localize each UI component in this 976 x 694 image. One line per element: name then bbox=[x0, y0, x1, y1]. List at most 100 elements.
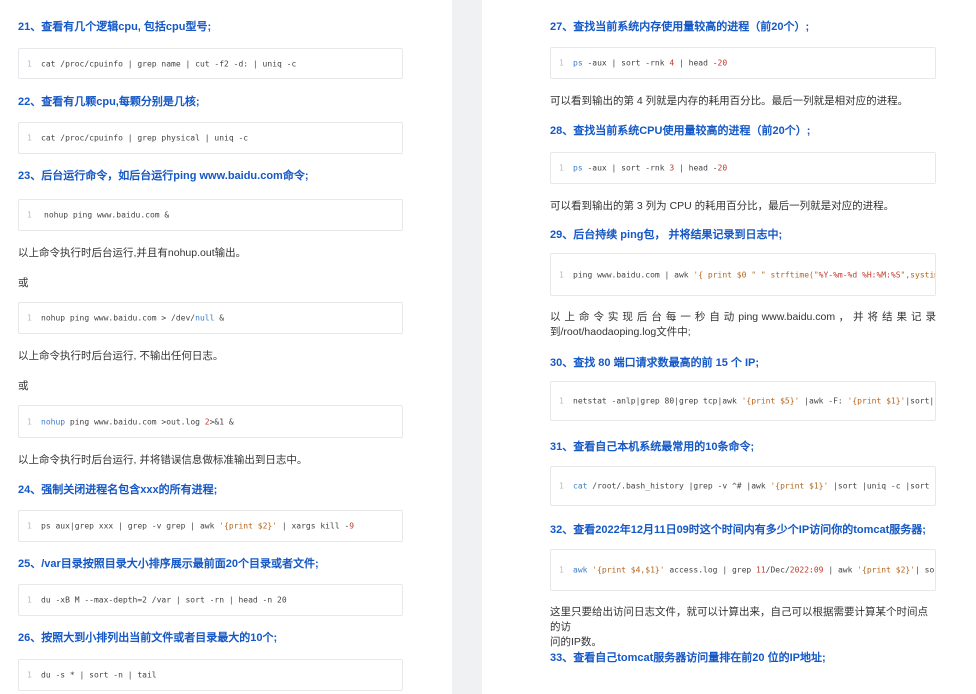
code-block-30[interactable]: 1 netstat -anlp|grep 80|grep tcp|awk '{p… bbox=[550, 381, 936, 421]
code-number: 9 bbox=[349, 521, 355, 531]
line-number: 1 bbox=[27, 313, 32, 323]
line-number: 1 bbox=[27, 521, 32, 531]
code-block-23c[interactable]: 1 nohup ping www.baidu.com >out.log 2>&1… bbox=[18, 405, 403, 438]
text-27: 可以看到输出的第 4 列就是内存的耗用百分比。最后一列就是相对应的进程。 bbox=[550, 95, 909, 107]
code-block-26[interactable]: 1 du -s * | sort -n | tail bbox=[18, 659, 403, 691]
line-number: 1 bbox=[27, 133, 32, 143]
heading-24: 24、强制关闭进程名包含xxx的所有进程; bbox=[18, 484, 218, 496]
code-text: ping www.baidu.com >out.log bbox=[65, 417, 205, 426]
code-line: du -xB M --max-depth=2 /var | sort -rn |… bbox=[41, 595, 287, 605]
text-23a: 以上命令执行时后台运行,并且有nohup.out输出。 bbox=[18, 247, 247, 259]
code-text: ps aux|grep xxx | grep -v grep | awk bbox=[41, 521, 220, 531]
code-line: awk '{print $4,$1}' access.log | grep 11… bbox=[573, 565, 935, 575]
text-32: 这里只要给出访问日志文件，就可以计算出来，自己可以根据需要计算某个时间点的访 问… bbox=[550, 605, 936, 650]
heading-21: 21、查看有几个逻辑cpu, 包括cpu型号; bbox=[18, 21, 212, 33]
code-line: ping www.baidu.com | awk '{ print $0 " "… bbox=[573, 270, 935, 279]
code-line: cat /proc/cpuinfo | grep name | cut -f2 … bbox=[41, 59, 297, 68]
code-keyword: nohup bbox=[41, 417, 66, 426]
code-keyword: null bbox=[195, 313, 215, 323]
code-keyword: awk bbox=[573, 565, 588, 575]
code-keyword: ps bbox=[573, 58, 583, 68]
code-text: | xargs kill - bbox=[277, 521, 350, 531]
code-block-32[interactable]: 1 awk '{print $4,$1}' access.log | grep … bbox=[550, 549, 936, 591]
code-text: /root/.bash_history |grep -v ^# |awk bbox=[587, 481, 771, 491]
code-block-23b[interactable]: 1 nohup ping www.baidu.com > /dev/null & bbox=[18, 302, 403, 334]
code-line: ps -aux | sort -rnk 3 | head -20 bbox=[573, 164, 727, 173]
text-or-1: 或 bbox=[18, 277, 29, 289]
line-number: 1 bbox=[559, 396, 564, 406]
code-number: 20 bbox=[717, 58, 728, 68]
code-text: nohup ping www.baidu.com > /dev/ bbox=[41, 313, 196, 323]
code-format: %Y-%m-%d %H:%M:%S bbox=[818, 270, 901, 279]
code-line: nohup ping www.baidu.com > /dev/null & bbox=[41, 314, 224, 323]
text-32-line-2: 问的IP数。 bbox=[550, 636, 602, 648]
heading-25: 25、/var目录按照目录大小排序展示最前面20个目录或者文件; bbox=[18, 558, 319, 570]
code-text: | sort bbox=[915, 565, 935, 575]
right-article-column: 27、查找当前系统内存使用量较高的进程（前20个）; 1 ps -aux | s… bbox=[482, 0, 976, 694]
heading-28: 28、查找当前系统CPU使用量较高的进程（前20个）; bbox=[550, 125, 811, 137]
code-block-25[interactable]: 1 du -xB M --max-depth=2 /var | sort -rn… bbox=[18, 584, 403, 616]
heading-31: 31、查看自己本机系统最常用的10条命令; bbox=[550, 441, 755, 453]
code-text: >&1 & bbox=[209, 417, 234, 426]
code-text: ping www.baidu.com | awk bbox=[573, 270, 694, 279]
heading-26: 26、按照大到小排列出当前文件或者目录最大的10个; bbox=[18, 632, 278, 644]
heading-33: 33、查看自己tomcat服务器访问量排在前20 位的IP地址; bbox=[550, 652, 826, 664]
code-block-29[interactable]: 1 ping www.baidu.com | awk '{ print $0 "… bbox=[550, 253, 936, 296]
line-number: 1 bbox=[559, 163, 564, 173]
heading-32: 32、查看2022年12月11日09时这个时间内有多少个IP访问你的tomcat… bbox=[550, 524, 926, 536]
code-text: & bbox=[214, 313, 225, 323]
code-text: | awk bbox=[823, 565, 858, 575]
code-text: |sort |uniq -c |sort -nr bbox=[833, 481, 935, 491]
code-block-24[interactable]: 1 ps aux|grep xxx | grep -v grep | awk '… bbox=[18, 510, 403, 542]
code-block-22[interactable]: 1 cat /proc/cpuinfo | grep physical | un… bbox=[18, 122, 403, 154]
code-line: ps -aux | sort -rnk 4 | head -20 bbox=[573, 59, 727, 68]
code-text: /Dec/ bbox=[765, 565, 790, 575]
code-keyword: cat bbox=[573, 481, 588, 491]
code-line: cat /proc/cpuinfo | grep physical | uniq… bbox=[41, 133, 249, 143]
line-number: 1 bbox=[27, 59, 32, 68]
code-line: cat /root/.bash_history |grep -v ^# |awk… bbox=[573, 481, 935, 491]
text-29: 以 上 命 令 实 现 后 台 每 一 秒 自 动 ping www.baidu… bbox=[550, 310, 936, 340]
code-line: netstat -anlp|grep 80|grep tcp|awk '{pri… bbox=[573, 396, 935, 406]
code-line: ps aux|grep xxx | grep -v grep | awk '{p… bbox=[41, 522, 354, 531]
line-number: 1 bbox=[27, 670, 32, 680]
code-block-23a[interactable]: 1 nohup ping www.baidu.com & bbox=[18, 199, 403, 231]
text-29-line-1: 以 上 命 令 实 现 后 台 每 一 秒 自 动 ping www.baidu… bbox=[550, 311, 936, 323]
code-string: '{print $4,$1}' bbox=[587, 565, 665, 575]
code-text: netstat -anlp|grep 80|grep tcp|awk bbox=[573, 396, 742, 406]
heading-29: 29、后台持续 ping包， 并将结果记录到日志中; bbox=[550, 229, 783, 241]
code-string: '{ print $0 " " strftime(" bbox=[693, 270, 819, 279]
code-keyword: ps bbox=[573, 163, 583, 173]
line-number: 1 bbox=[559, 481, 564, 491]
text-23b: 以上命令执行时后台运行, 不输出任何日志。 bbox=[18, 350, 224, 362]
line-number: 1 bbox=[559, 270, 564, 279]
code-string: ",systime bbox=[900, 270, 935, 279]
heading-27: 27、查找当前系统内存使用量较高的进程（前20个）; bbox=[550, 21, 810, 33]
left-article-column: 21、查看有几个逻辑cpu, 包括cpu型号; 1 cat /proc/cpui… bbox=[0, 0, 452, 694]
code-text: |awk -F: bbox=[799, 396, 848, 406]
text-28: 可以看到输出的第 3 列为 CPU 的耗用百分比，最后一列就是对应的进程。 bbox=[550, 200, 895, 212]
code-block-27[interactable]: 1 ps -aux | sort -rnk 4 | head -20 bbox=[550, 47, 936, 79]
code-text: |sort|uni bbox=[905, 396, 935, 406]
code-string: '{print $1}' bbox=[770, 481, 829, 491]
code-text: access.log | grep bbox=[664, 565, 757, 575]
code-block-21[interactable]: 1 cat /proc/cpuinfo | grep name | cut -f… bbox=[18, 48, 403, 79]
code-text: | head - bbox=[674, 58, 718, 68]
code-block-31[interactable]: 1 cat /root/.bash_history |grep -v ^# |a… bbox=[550, 466, 936, 506]
column-gutter bbox=[452, 0, 482, 694]
line-number: 1 bbox=[27, 595, 32, 605]
heading-23: 23、后台运行命令，如后台运行ping www.baidu.com命令; bbox=[18, 170, 309, 182]
heading-22: 22、查看有几颗cpu,每颗分别是几核; bbox=[18, 96, 200, 108]
code-text: -aux | sort -rnk bbox=[582, 163, 670, 173]
code-line: du -s * | sort -n | tail bbox=[41, 670, 157, 680]
line-number: 1 bbox=[27, 417, 32, 426]
text-29-line-2: 到/root/haodaoping.log文件中; bbox=[550, 326, 691, 338]
code-text: -aux | sort -rnk bbox=[582, 58, 670, 68]
line-number: 1 bbox=[559, 565, 564, 575]
code-block-28[interactable]: 1 ps -aux | sort -rnk 3 | head -20 bbox=[550, 152, 936, 184]
code-line: nohup ping www.baidu.com >out.log 2>&1 & bbox=[41, 417, 234, 426]
text-23c: 以上命令执行时后台运行, 并将错误信息做标准输出到日志中。 bbox=[18, 454, 308, 466]
code-number: 09 bbox=[813, 565, 824, 575]
heading-30: 30、查找 80 端口请求数最高的前 15 个 IP; bbox=[550, 357, 760, 369]
code-number: 11 bbox=[756, 565, 766, 575]
